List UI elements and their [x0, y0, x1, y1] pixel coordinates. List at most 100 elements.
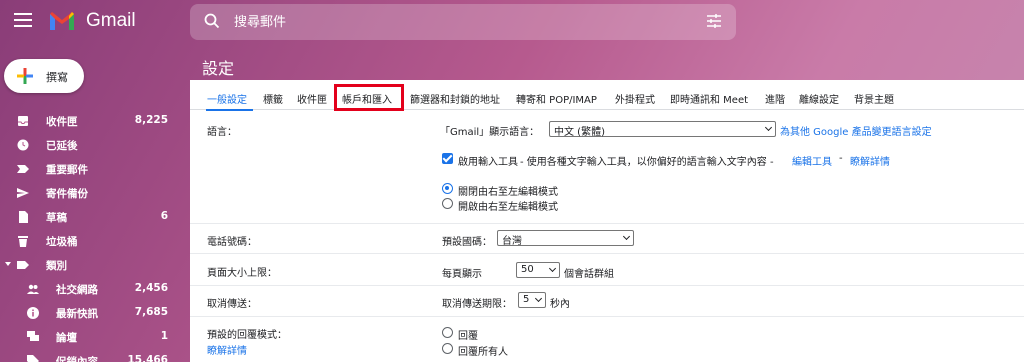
rtl-off-radio[interactable] [442, 183, 453, 194]
info-icon [27, 307, 39, 319]
people-icon [27, 284, 39, 294]
chevron-down-icon [548, 264, 557, 273]
page-size-prefix: 每頁顯示 [442, 269, 482, 280]
unread-count: 8,225 [134, 114, 168, 126]
tab-chat-meet[interactable]: 即時通訊和 Meet [670, 91, 748, 106]
sidebar-item-label: 論壇 [56, 332, 77, 344]
reply-radio[interactable] [442, 327, 453, 338]
reply-label: 回覆 [458, 331, 478, 342]
rtl-on-radio[interactable] [442, 198, 453, 209]
rtl-on-label: 開啟由右至左編輯模式 [458, 202, 558, 213]
other-products-language-link[interactable]: 為其他 Google 產品變更語言設定 [780, 123, 932, 138]
default-country-select[interactable]: 台灣 [497, 230, 634, 247]
display-language-label: 「Gmail」顯示語言： [440, 127, 540, 138]
language-label: 語言： [207, 127, 237, 138]
unread-count: 7,685 [134, 306, 168, 318]
chevron-down-icon [764, 123, 773, 132]
sidebar-item-inbox[interactable]: 收件匣 8,225 [0, 109, 184, 133]
phone-label: 電話號碼： [207, 237, 257, 248]
input-tools-checkbox[interactable] [442, 153, 453, 164]
chevron-down-icon [622, 232, 631, 241]
edit-tools-link[interactable]: 編輯工具 [792, 153, 832, 168]
page-size-label: 頁面大小上限： [207, 268, 277, 279]
reply-all-radio[interactable] [442, 343, 453, 354]
search-icon[interactable] [204, 13, 220, 29]
app-name[interactable]: Gmail [86, 10, 136, 32]
sidebar-item-trash[interactable]: 垃圾桶 [0, 229, 184, 253]
rtl-off-label: 關閉由右至左編輯模式 [458, 187, 558, 198]
sidebar-item-forums[interactable]: 論壇 1 [0, 325, 184, 349]
tab-labels[interactable]: 標籤 [263, 91, 283, 106]
active-tab-indicator [206, 109, 253, 111]
compose-button[interactable]: 撰寫 [4, 59, 84, 93]
compose-label: 撰寫 [46, 71, 68, 84]
reply-mode-label: 預設的回覆模式： [207, 330, 287, 341]
learn-more-link[interactable]: 瞭解詳情 [850, 153, 890, 168]
label-icon [17, 261, 29, 269]
tab-offline[interactable]: 離線設定 [799, 91, 839, 106]
draft-icon [19, 211, 28, 223]
undo-send-label: 取消傳送： [207, 299, 257, 310]
sidebar-item-label: 類別 [46, 260, 67, 272]
chevron-down-icon[interactable] [5, 262, 11, 266]
gmail-logo-icon[interactable] [48, 10, 76, 32]
sidebar-item-label: 促銷內容 [56, 356, 98, 362]
tab-forwarding[interactable]: 轉寄和 POP/IMAP [516, 91, 597, 106]
page-size-value: 50 [521, 264, 534, 275]
sidebar-item-sent[interactable]: 寄件備份 [0, 181, 184, 205]
settings-tabs: 一般設定 標籤 收件匣 帳戶和匯入 篩選器和封鎖的地址 轉寄和 POP/IMAP… [190, 84, 1024, 111]
sidebar-item-label: 已延後 [46, 140, 78, 152]
sidebar-item-snoozed[interactable]: 已延後 [0, 133, 184, 157]
tab-filters[interactable]: 篩選器和封鎖的地址 [410, 91, 500, 106]
send-icon [17, 188, 29, 198]
sidebar-item-social[interactable]: 社交網路 2,456 [0, 277, 184, 301]
undo-send-prefix: 取消傳送期限： [442, 299, 512, 310]
chevron-down-icon [534, 294, 543, 303]
sidebar-item-label: 重要郵件 [46, 164, 88, 176]
tab-addons[interactable]: 外掛程式 [615, 91, 655, 106]
default-country-label: 預設國碼： [442, 237, 492, 248]
sidebar-item-label: 最新快訊 [56, 308, 98, 320]
tab-advanced[interactable]: 進階 [765, 91, 785, 106]
page-size-suffix: 個會話群組 [564, 269, 614, 280]
sidebar-item-label: 寄件備份 [46, 188, 88, 200]
sidebar-item-promotions[interactable]: 促銷內容 15,466 [0, 349, 184, 362]
sidebar-item-updates[interactable]: 最新快訊 7,685 [0, 301, 184, 325]
hamburger-menu-icon[interactable] [14, 13, 32, 27]
tab-inbox[interactable]: 收件匣 [297, 91, 327, 106]
reply-all-label: 回覆所有人 [458, 347, 508, 358]
reply-mode-learn-more-link[interactable]: 瞭解詳情 [207, 342, 247, 357]
settings-panel: 一般設定 標籤 收件匣 帳戶和匯入 篩選器和封鎖的地址 轉寄和 POP/IMAP… [190, 80, 1024, 362]
clock-icon [17, 139, 29, 151]
undo-send-select[interactable]: 5 [518, 292, 546, 308]
display-language-select[interactable]: 中文 (繁體) [549, 121, 776, 138]
separator: - [839, 153, 843, 164]
trash-icon [18, 236, 28, 247]
input-tools-description: - 使用各種文字輸入工具，以你偏好的語言輸入文字內容 - [520, 157, 774, 168]
important-icon [17, 165, 29, 173]
sidebar-item-label: 草稿 [46, 212, 67, 224]
search-input[interactable] [234, 11, 674, 33]
tag-icon [27, 355, 39, 362]
display-language-value: 中文 (繁體) [554, 127, 605, 138]
sidebar-item-categories[interactable]: 類別 [0, 253, 184, 277]
sidebar-item-drafts[interactable]: 草稿 6 [0, 205, 184, 229]
sidebar-item-important[interactable]: 重要郵件 [0, 157, 184, 181]
unread-count: 15,466 [127, 354, 168, 362]
divider [190, 223, 1024, 224]
page-size-select[interactable]: 50 [516, 262, 560, 278]
tab-themes[interactable]: 背景主題 [854, 91, 894, 106]
undo-send-suffix: 秒內 [550, 299, 570, 310]
forum-icon [27, 331, 39, 341]
page-title: 設定 [202, 59, 235, 78]
undo-send-value: 5 [523, 294, 530, 305]
input-tools-label: 啟用輸入工具 [458, 157, 518, 168]
unread-count: 1 [160, 330, 168, 342]
sidebar-nav: 收件匣 8,225 已延後 重要郵件 寄件備份 草稿 6 垃圾桶 類別 社交網路… [0, 109, 184, 362]
tab-general[interactable]: 一般設定 [207, 91, 247, 106]
divider [190, 253, 1024, 254]
search-options-icon[interactable] [706, 14, 722, 28]
sidebar-item-label: 收件匣 [46, 116, 78, 128]
search-bar[interactable] [190, 4, 736, 40]
header: Gmail [0, 0, 1024, 46]
